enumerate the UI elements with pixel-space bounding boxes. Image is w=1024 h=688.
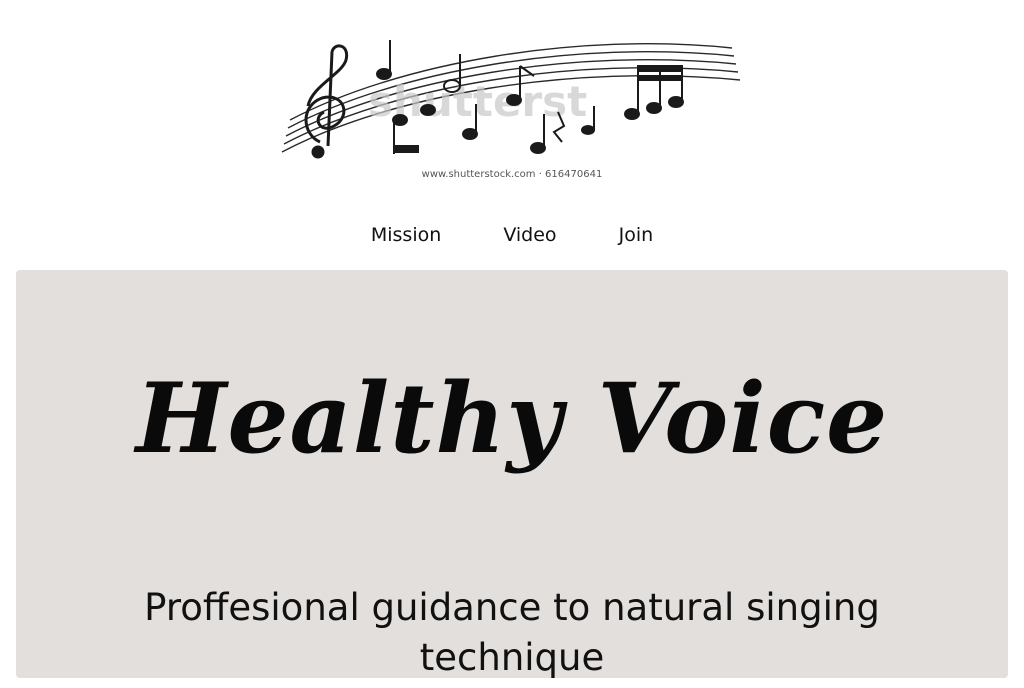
hero-subtitle: Proffesional guidance to natural singing… bbox=[144, 586, 880, 679]
main-nav: Mission Video Join bbox=[0, 224, 1024, 246]
nav-item-mission[interactable]: Mission bbox=[371, 224, 441, 246]
logo-caption: www.shutterstock.com · 616470641 bbox=[421, 169, 603, 180]
hero-banner: Healthy Voice Proffesional guidance to n… bbox=[16, 270, 1008, 679]
nav-item-video[interactable]: Video bbox=[503, 224, 556, 246]
music-staff-notes-icon: shutterst bbox=[281, 40, 741, 159]
hero-title: Healthy Voice bbox=[135, 362, 889, 476]
logo: shutterst www.shutterstock.com · 6164706… bbox=[272, 34, 752, 190]
nav-item-join[interactable]: Join bbox=[619, 224, 654, 246]
